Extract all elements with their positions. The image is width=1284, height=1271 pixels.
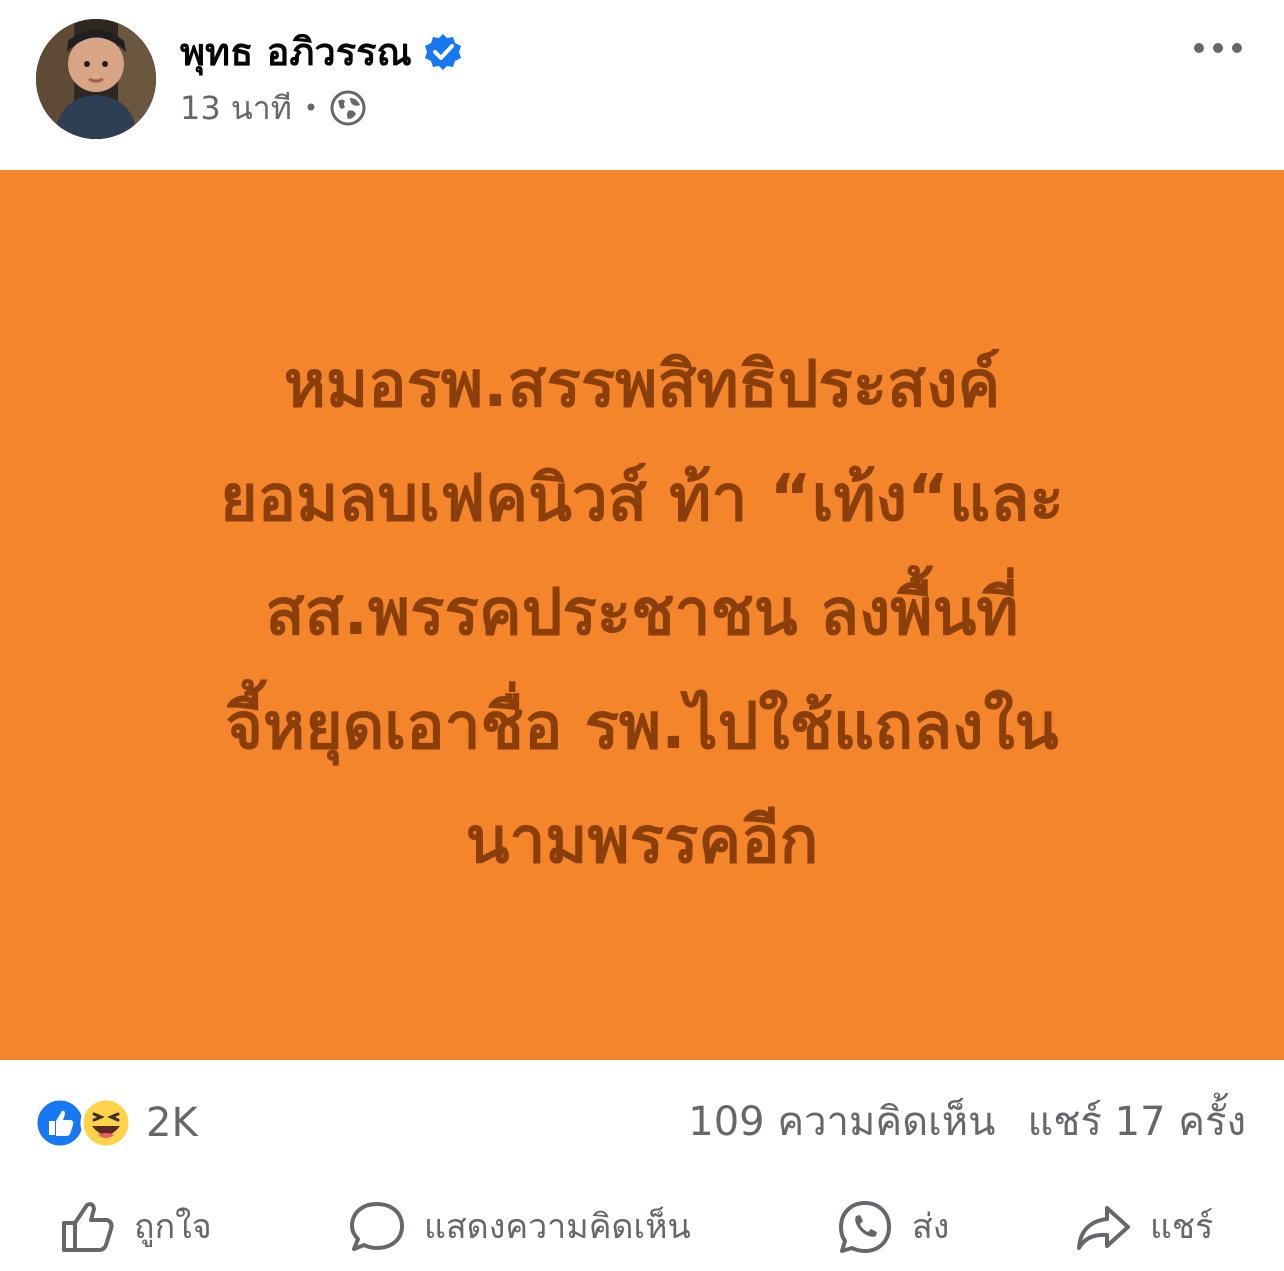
comment-count[interactable]: 109 ความคิดเห็น bbox=[688, 1094, 995, 1150]
post-meta: 13 นาที • bbox=[180, 86, 366, 130]
post-text-line: ยอมลบเฟคนิวส์ ท้า “เท้ง“และ bbox=[220, 462, 1064, 536]
post-stats: 2K 109 ความคิดเห็น แชร์ 17 ครั้ง bbox=[0, 1060, 1284, 1180]
post-actions: ถูกใจ แสดงความคิดเห็น ส่ง แชร์ bbox=[0, 1180, 1284, 1271]
reactions-summary[interactable]: 2K bbox=[34, 1097, 198, 1149]
like-icon bbox=[62, 1202, 114, 1252]
reaction-count[interactable]: 2K bbox=[146, 1097, 198, 1149]
author-avatar[interactable] bbox=[36, 19, 156, 139]
post-text-line: จี้หยุดเอาชื่อ รพ.ไปใช้แถลงใน bbox=[225, 690, 1059, 764]
comment-button[interactable]: แสดงความคิดเห็น bbox=[348, 1198, 691, 1256]
share-label: แชร์ bbox=[1150, 1207, 1214, 1247]
post-timestamp[interactable]: 13 นาที bbox=[180, 86, 292, 130]
post-text-line: หมอรพ.สรรพสิทธิประสงค์ bbox=[283, 348, 1001, 422]
post-background-card: หมอรพ.สรรพสิทธิประสงค์ ยอมลบเฟคนิวส์ ท้า… bbox=[0, 170, 1284, 1060]
meta-separator: • bbox=[303, 94, 318, 122]
post-text-line: สส.พรรคประชาชน ลงพื้นที่ bbox=[265, 576, 1019, 650]
post-text-line: นามพรรคอีก bbox=[465, 804, 819, 878]
engagement-counts: 109 ความคิดเห็น แชร์ 17 ครั้ง bbox=[688, 1094, 1246, 1150]
comment-label: แสดงความคิดเห็น bbox=[424, 1207, 691, 1247]
haha-reaction-icon bbox=[80, 1097, 132, 1149]
send-label: ส่ง bbox=[912, 1207, 950, 1247]
send-button[interactable]: ส่ง bbox=[836, 1198, 949, 1256]
like-button[interactable]: ถูกใจ bbox=[58, 1198, 212, 1256]
more-dot-icon bbox=[1213, 43, 1223, 53]
author-name-row[interactable]: พุทธ อภิวรรณ bbox=[180, 28, 462, 76]
share-button[interactable]: แชร์ bbox=[1074, 1198, 1213, 1256]
author-name[interactable]: พุทธ อภิวรรณ bbox=[180, 28, 412, 76]
share-count[interactable]: แชร์ 17 ครั้ง bbox=[1027, 1094, 1246, 1150]
more-dot-icon bbox=[1194, 43, 1204, 53]
more-dot-icon bbox=[1232, 43, 1242, 53]
more-options-button[interactable] bbox=[1194, 28, 1242, 68]
comment-icon bbox=[350, 1202, 404, 1251]
verified-badge-icon bbox=[424, 33, 462, 71]
post-header: พุทธ อภิวรรณ 13 นาที • bbox=[0, 0, 1284, 168]
like-label: ถูกใจ bbox=[134, 1207, 212, 1247]
share-icon bbox=[1077, 1206, 1130, 1250]
like-reaction-icon bbox=[34, 1097, 86, 1149]
post-text: หมอรพ.สรรพสิทธิประสงค์ ยอมลบเฟคนิวส์ ท้า… bbox=[82, 328, 1202, 898]
whatsapp-icon bbox=[839, 1201, 891, 1253]
globe-icon[interactable] bbox=[330, 90, 366, 126]
